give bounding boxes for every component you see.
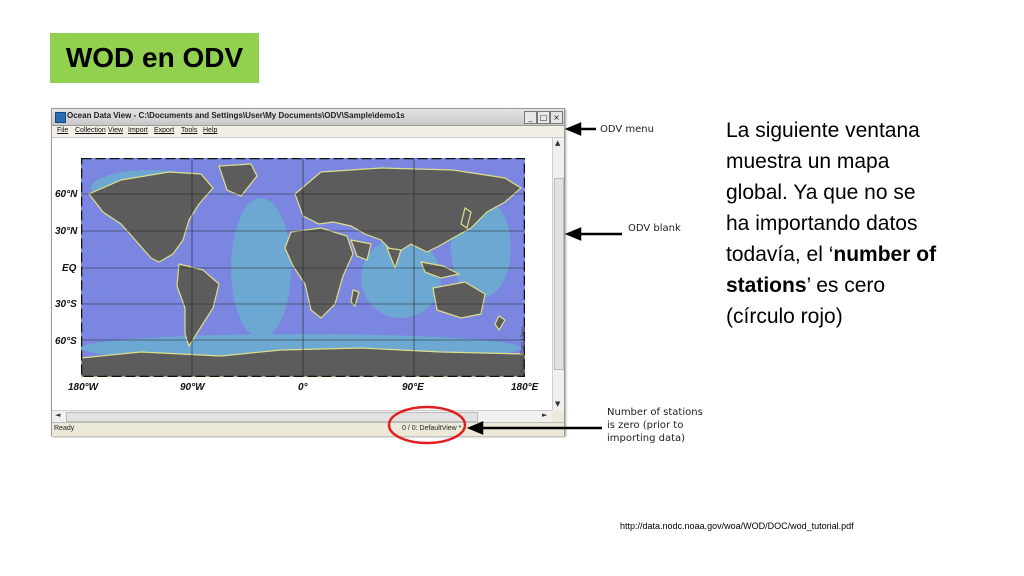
arrow-odv-menu xyxy=(564,122,596,136)
annotation-stations: Number of stations is zero (prior to imp… xyxy=(607,406,703,445)
arrow-stations xyxy=(466,421,602,435)
annotation-stations-line: is zero (prior to xyxy=(607,420,684,431)
annotation-stations-line: Number of stations xyxy=(607,407,703,418)
annotation-odv-menu: ODV menu xyxy=(600,124,654,135)
red-circle xyxy=(387,405,467,445)
annotation-overlay xyxy=(387,122,622,445)
annotation-odv-blank: ODV blank xyxy=(628,223,681,234)
arrow-odv-blank xyxy=(564,227,622,241)
annotation-stations-line: importing data) xyxy=(607,433,686,444)
